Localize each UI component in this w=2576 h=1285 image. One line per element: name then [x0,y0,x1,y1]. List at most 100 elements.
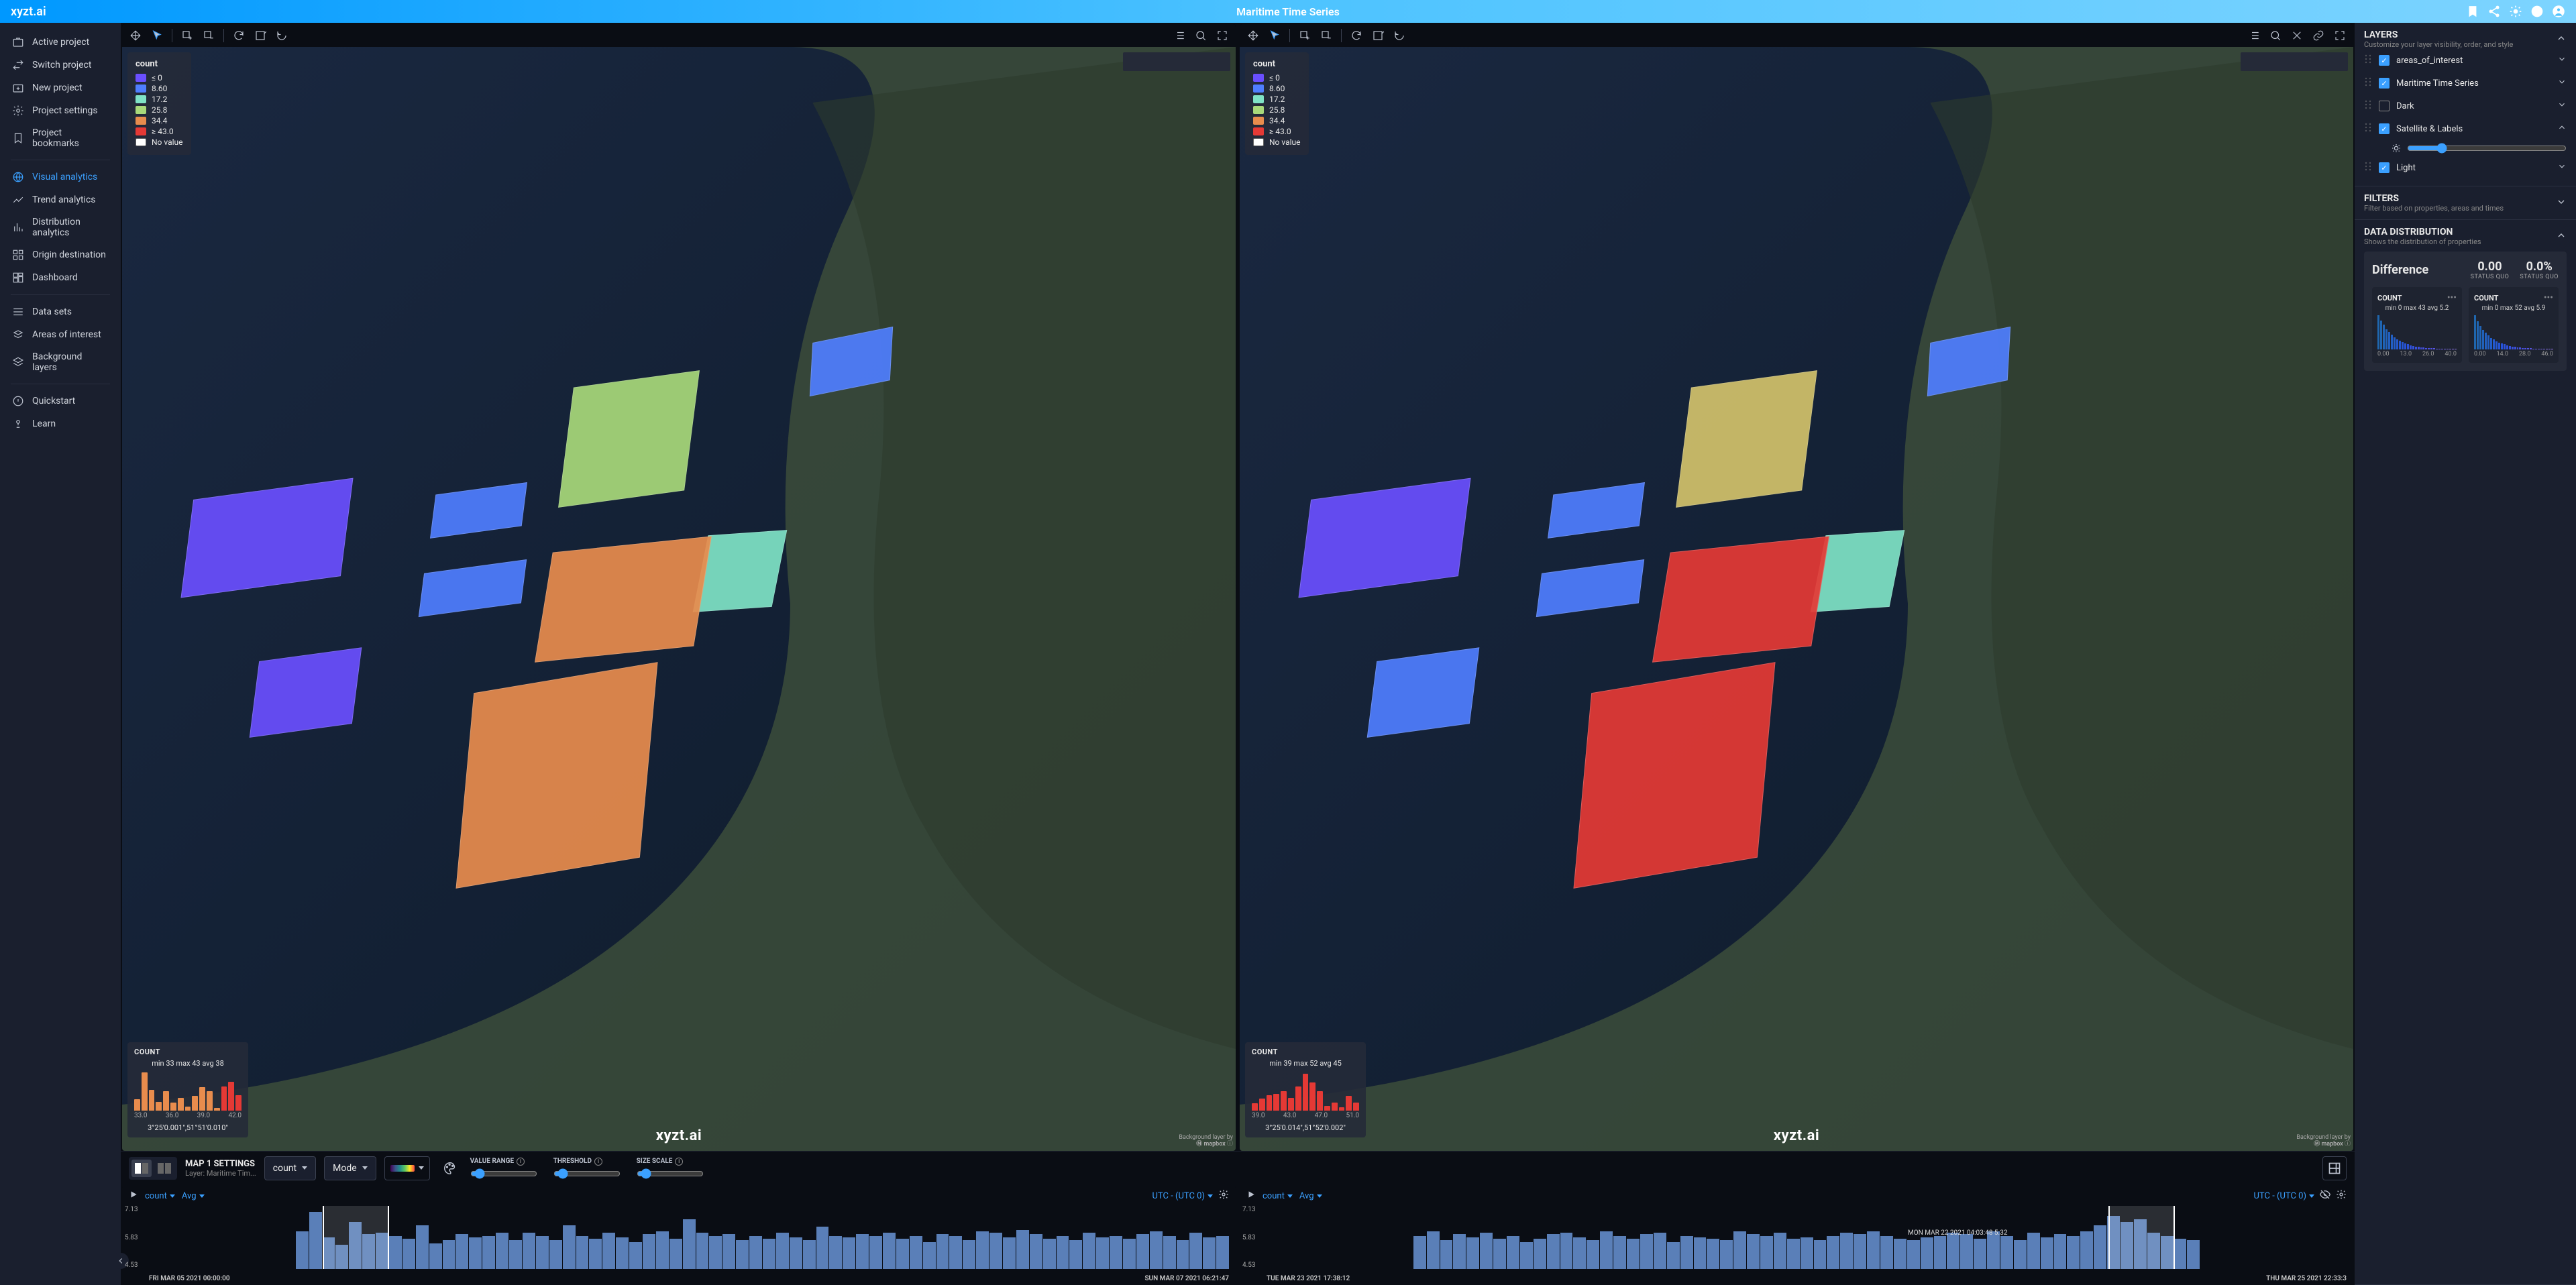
timeline-metric-dropdown[interactable]: count [1263,1191,1293,1201]
size-scale-slider[interactable]: SIZE SCALE i [637,1158,704,1179]
layer-expand-icon[interactable] [2557,100,2567,112]
area-polygon[interactable] [455,662,657,889]
threshold-slider[interactable]: THRESHOLD i [553,1158,621,1179]
area-polygon[interactable] [1367,647,1480,738]
close-tool[interactable] [2288,26,2306,45]
cursor-tool[interactable] [1265,26,1284,45]
area-polygon[interactable] [535,536,712,662]
map-canvas[interactable]: count ≤ 08.6017.225.834.4≥ 43.0No value … [122,47,1236,1151]
layout-split-button[interactable] [131,1160,152,1177]
map-canvas[interactable]: count ≤ 08.6017.225.834.4≥ 43.0No value … [1240,47,2353,1151]
map-search-input[interactable] [1127,57,1236,67]
list-tool[interactable] [1170,26,1189,45]
layer-brightness-slider[interactable] [2364,140,2567,156]
sidebar-item-background-layers[interactable]: Background layers [0,346,121,378]
layer-expand-icon[interactable] [2557,162,2567,174]
layer-expand-icon[interactable] [2557,77,2567,89]
drag-handle-icon[interactable] [2364,77,2372,89]
move-tool[interactable] [126,26,145,45]
layers-collapse-button[interactable] [2556,33,2567,46]
link-tool[interactable] [2309,26,2328,45]
drag-handle-icon[interactable] [2364,162,2372,174]
sidebar-item-new-project[interactable]: New project [0,76,121,99]
area-polygon[interactable] [1652,536,1829,662]
sidebar-item-quickstart[interactable]: Quickstart [0,390,121,412]
timeline-agg-dropdown[interactable]: Avg [182,1191,205,1201]
account-icon[interactable] [2552,5,2565,18]
redo-tool[interactable] [1390,26,1409,45]
layer-checkbox[interactable] [2379,123,2390,134]
cursor-tool[interactable] [148,26,166,45]
area-polygon[interactable] [1573,662,1775,889]
map-search[interactable] [2241,52,2348,71]
timeline-selection[interactable] [323,1206,390,1269]
rect-add-tool[interactable] [1295,26,1314,45]
rect-add-tool[interactable] [178,26,197,45]
sidebar-item-origin-destination[interactable]: Origin destination [0,243,121,266]
sidebar-item-distribution-analytics[interactable]: Distribution analytics [0,211,121,243]
timeline-selection[interactable] [2108,1206,2176,1269]
timeline-chart[interactable]: 7.135.834.53 MON MAR 22 2021 04:03:48 5.… [1240,1206,2353,1284]
timeline-tz-dropdown[interactable]: UTC - (UTC 0) [1152,1191,1214,1201]
list-tool[interactable] [2245,26,2263,45]
drag-handle-icon[interactable] [2364,54,2372,66]
sidebar-item-active-project[interactable]: Active project [0,31,121,54]
area-polygon[interactable] [250,647,362,738]
rect-sub-tool[interactable] [199,26,218,45]
timeline-settings-icon[interactable] [2336,1189,2347,1203]
fullscreen-tool[interactable] [1213,26,1232,45]
fullscreen-tool[interactable] [2330,26,2349,45]
refresh-tool[interactable] [1347,26,1366,45]
timeline-settings-icon[interactable] [1218,1189,1229,1203]
sidebar-item-trend-analytics[interactable]: Trend analytics [0,188,121,211]
timeline-play-button[interactable] [1246,1190,1256,1202]
map-search[interactable] [1123,52,1230,71]
sidebar-item-visual-analytics[interactable]: Visual analytics [0,166,121,188]
layer-checkbox[interactable] [2379,101,2390,111]
share-icon[interactable] [2487,5,2501,18]
info-icon[interactable]: i [517,1158,525,1166]
colormap-dropdown[interactable] [384,1156,430,1180]
sidebar-item-dashboard[interactable]: Dashboard [0,266,121,289]
layer-checkbox[interactable] [2379,162,2390,173]
redo-tool[interactable] [272,26,291,45]
move-tool[interactable] [1244,26,1263,45]
layer-checkbox[interactable] [2379,78,2390,89]
sidebar-item-project-settings[interactable]: Project settings [0,99,121,122]
mode-dropdown[interactable]: Mode [324,1156,376,1180]
info-icon[interactable]: i [594,1158,602,1166]
area-polygon[interactable] [558,370,699,508]
timeline-tz-dropdown[interactable]: UTC - (UTC 0) [2254,1191,2315,1201]
sidebar-item-project-bookmarks[interactable]: Project bookmarks [0,122,121,154]
settings-icon[interactable] [2509,5,2522,18]
bookmark-icon[interactable] [2466,5,2479,18]
grid-button[interactable] [2322,1156,2347,1180]
palette-button[interactable] [438,1156,462,1180]
layer-expand-icon[interactable] [2557,123,2567,135]
area-polygon[interactable] [1676,370,1817,508]
box-tool[interactable] [251,26,270,45]
map-search-input[interactable] [2245,57,2353,67]
timeline-metric-dropdown[interactable]: count [145,1191,175,1201]
rect-sub-tool[interactable] [1317,26,1336,45]
sidebar-item-learn[interactable]: Learn [0,412,121,435]
layout-single-button[interactable] [154,1160,174,1177]
sidebar-item-switch-project[interactable]: Switch project [0,54,121,76]
info-icon[interactable]: i [675,1158,683,1166]
drag-handle-icon[interactable] [2364,100,2372,112]
layer-checkbox[interactable] [2379,55,2390,66]
distribution-collapse-button[interactable] [2556,230,2567,243]
drag-handle-icon[interactable] [2364,123,2372,135]
timeline-visibility-icon[interactable] [2320,1189,2330,1203]
search-tool[interactable] [1191,26,1210,45]
timeline-chart[interactable]: 7.135.834.53 FRI MAR 05 2021 00:00:00SUN… [122,1206,1236,1284]
metric-dropdown[interactable]: count [264,1156,316,1180]
chart-menu-icon[interactable]: ••• [2544,292,2553,303]
timeline-play-button[interactable] [129,1190,138,1202]
filters-expand-button[interactable] [2556,197,2567,210]
value-range-slider[interactable]: VALUE RANGE i [470,1158,537,1179]
search-tool[interactable] [2266,26,2285,45]
refresh-tool[interactable] [229,26,248,45]
chart-menu-icon[interactable]: ••• [2447,292,2457,303]
sidebar-item-areas-of-interest[interactable]: Areas of interest [0,323,121,346]
